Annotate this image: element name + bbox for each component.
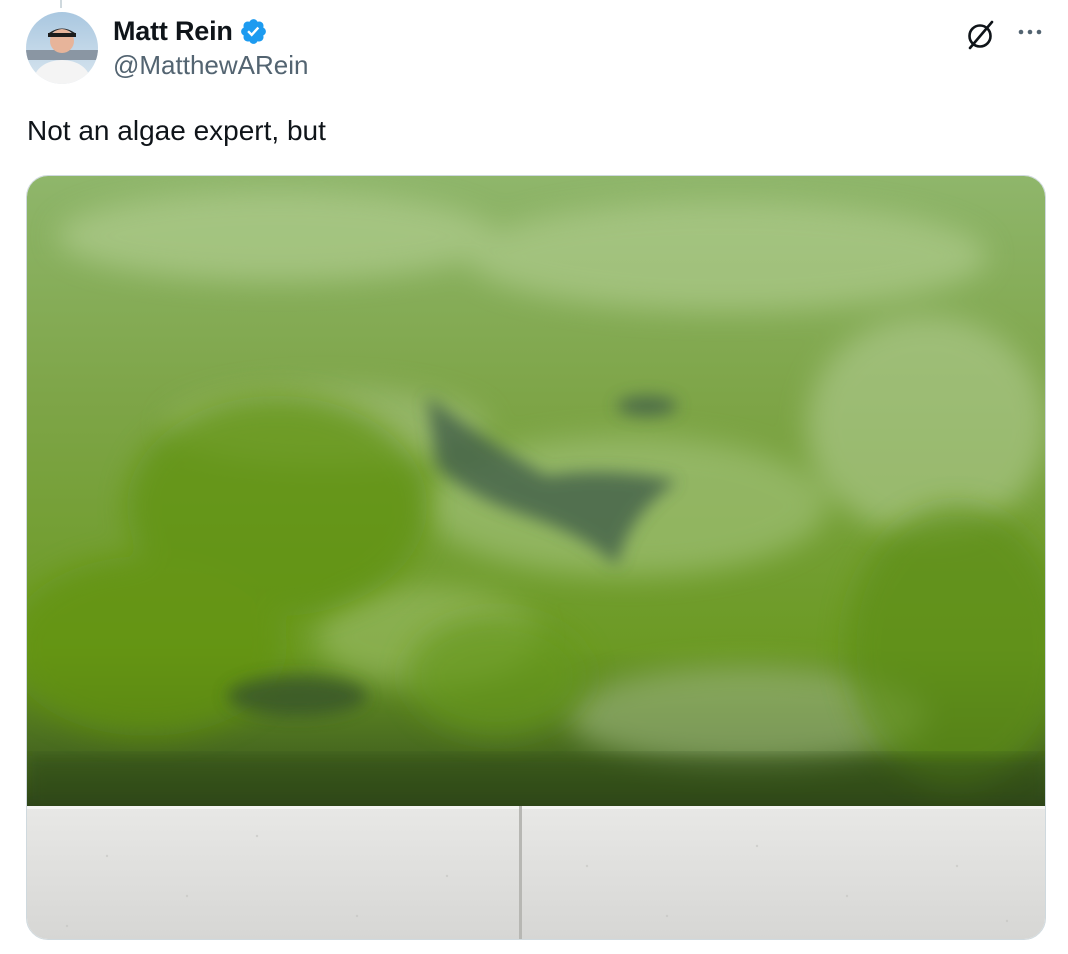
author-name-row: Matt Rein	[113, 14, 268, 48]
algae-water-photo	[27, 176, 1045, 939]
verified-badge-icon[interactable]	[239, 17, 268, 46]
tweet-text: Not an algae expert, but	[27, 115, 326, 146]
avatar[interactable]	[26, 12, 98, 84]
tweet-photo[interactable]	[26, 175, 1046, 940]
author-handle[interactable]: @MatthewARein	[113, 50, 308, 81]
author-display-name[interactable]: Matt Rein	[113, 16, 233, 47]
grok-icon[interactable]	[962, 17, 998, 53]
thread-line	[60, 0, 62, 8]
more-options-icon[interactable]	[1012, 20, 1048, 44]
